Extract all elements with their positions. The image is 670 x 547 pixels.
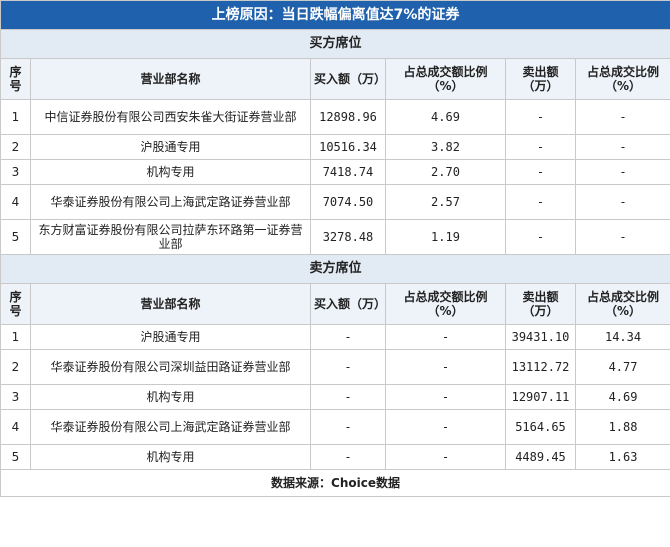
table-row: 5 机构专用 - - 4489.45 1.63 [0,444,670,470]
row-buy-ratio: 2.57 [385,184,506,220]
row-name: 东方财富证券股份有限公司拉萨东环路第一证券营业部 [30,219,311,255]
row-buy-ratio: 2.70 [385,159,506,185]
billboard-table: 上榜原因：当日跌幅偏离值达7%的证券 买方席位 序号 营业部名称 买入额（万） … [0,0,670,497]
header-buy-ratio: 占总成交额比例（%） [385,58,506,100]
table-row: 2 华泰证券股份有限公司深圳益田路证券营业部 - - 13112.72 4.77 [0,349,670,385]
row-buy: 3278.48 [310,219,386,255]
row-buy: - [310,409,386,445]
table-title: 上榜原因：当日跌幅偏离值达7%的证券 [0,0,670,30]
row-sell-ratio: 14.34 [574,324,670,350]
footer-row: 数据来源：Choice数据 [0,469,670,497]
buy-header-row: 序号 营业部名称 买入额（万） 占总成交额比例（%） 卖出额（万） 占总成交比例… [0,58,670,100]
table-row: 5 东方财富证券股份有限公司拉萨东环路第一证券营业部 3278.48 1.19 … [0,219,670,255]
header-buy: 买入额（万） [310,58,386,100]
sell-section-row: 卖方席位 [0,254,670,284]
row-index: 1 [0,324,31,350]
row-buy-ratio: 4.69 [385,99,506,135]
title-row: 上榜原因：当日跌幅偏离值达7%的证券 [0,0,670,30]
row-buy: - [310,444,386,470]
row-sell: - [505,184,576,220]
header-sell: 卖出额（万） [505,283,576,325]
header-buy: 买入额（万） [310,283,386,325]
table-row: 1 中信证券股份有限公司西安朱雀大街证券营业部 12898.96 4.69 - … [0,99,670,135]
header-sell-ratio: 占总成交比例（%） [574,283,670,325]
row-sell-ratio: - [574,159,670,185]
header-name: 营业部名称 [30,58,311,100]
row-index: 2 [0,349,31,385]
row-sell: 5164.65 [505,409,576,445]
row-index: 5 [0,444,31,470]
row-index: 3 [0,384,31,410]
row-buy-ratio: - [385,349,506,385]
row-name: 华泰证券股份有限公司上海武定路证券营业部 [30,184,311,220]
row-buy-ratio: - [385,409,506,445]
row-sell: 13112.72 [505,349,576,385]
table-row: 4 华泰证券股份有限公司上海武定路证券营业部 7074.50 2.57 - - [0,184,670,220]
row-sell-ratio: 1.88 [574,409,670,445]
row-index: 3 [0,159,31,185]
sell-section-title: 卖方席位 [0,254,670,284]
header-index: 序号 [0,283,31,325]
buy-section-row: 买方席位 [0,29,670,59]
sell-header-row: 序号 营业部名称 买入额（万） 占总成交额比例（%） 卖出额（万） 占总成交比例… [0,283,670,325]
header-index: 序号 [0,58,31,100]
row-index: 4 [0,184,31,220]
row-index: 5 [0,219,31,255]
row-index: 2 [0,134,31,160]
row-name: 沪股通专用 [30,324,311,350]
row-buy-ratio: - [385,324,506,350]
row-buy: - [310,324,386,350]
buy-section-title: 买方席位 [0,29,670,59]
row-buy: - [310,384,386,410]
header-sell-ratio: 占总成交比例（%） [574,58,670,100]
row-sell-ratio: - [574,219,670,255]
row-buy-ratio: - [385,444,506,470]
row-sell-ratio: 1.63 [574,444,670,470]
row-buy: 12898.96 [310,99,386,135]
row-buy: 7074.50 [310,184,386,220]
row-sell: - [505,134,576,160]
row-name: 机构专用 [30,159,311,185]
data-source-note: 数据来源：Choice数据 [0,469,670,497]
row-name: 华泰证券股份有限公司深圳益田路证券营业部 [30,349,311,385]
row-buy-ratio: 3.82 [385,134,506,160]
header-sell: 卖出额（万） [505,58,576,100]
table-row: 2 沪股通专用 10516.34 3.82 - - [0,134,670,160]
row-buy: - [310,349,386,385]
row-sell-ratio: - [574,184,670,220]
row-sell: 4489.45 [505,444,576,470]
header-name: 营业部名称 [30,283,311,325]
row-buy-ratio: - [385,384,506,410]
row-name: 机构专用 [30,384,311,410]
row-buy: 10516.34 [310,134,386,160]
row-buy-ratio: 1.19 [385,219,506,255]
row-name: 华泰证券股份有限公司上海武定路证券营业部 [30,409,311,445]
row-sell: 12907.11 [505,384,576,410]
row-name: 沪股通专用 [30,134,311,160]
row-name: 中信证券股份有限公司西安朱雀大街证券营业部 [30,99,311,135]
row-sell-ratio: - [574,134,670,160]
row-sell: - [505,99,576,135]
row-buy: 7418.74 [310,159,386,185]
row-sell-ratio: - [574,99,670,135]
table-row: 1 沪股通专用 - - 39431.10 14.34 [0,324,670,350]
row-index: 4 [0,409,31,445]
row-index: 1 [0,99,31,135]
row-sell: - [505,159,576,185]
table-row: 3 机构专用 - - 12907.11 4.69 [0,384,670,410]
header-buy-ratio: 占总成交额比例（%） [385,283,506,325]
row-sell-ratio: 4.77 [574,349,670,385]
table-row: 3 机构专用 7418.74 2.70 - - [0,159,670,185]
row-sell: - [505,219,576,255]
row-sell: 39431.10 [505,324,576,350]
table-row: 4 华泰证券股份有限公司上海武定路证券营业部 - - 5164.65 1.88 [0,409,670,445]
row-name: 机构专用 [30,444,311,470]
row-sell-ratio: 4.69 [574,384,670,410]
